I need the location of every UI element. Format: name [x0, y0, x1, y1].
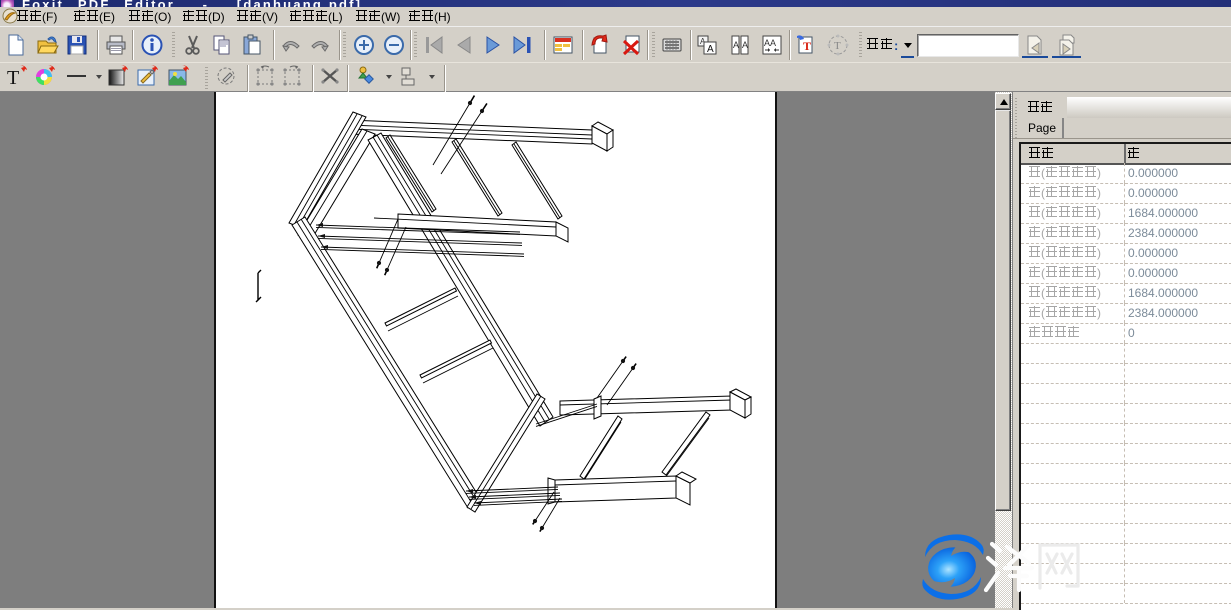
svg-text:T: T [803, 39, 811, 53]
svg-text:A: A [733, 40, 739, 50]
svg-text:T: T [7, 67, 19, 88]
svg-text:A: A [707, 44, 714, 55]
svg-text:T: T [834, 40, 841, 52]
svg-text:AA: AA [764, 38, 776, 48]
svg-text:A: A [742, 40, 748, 50]
